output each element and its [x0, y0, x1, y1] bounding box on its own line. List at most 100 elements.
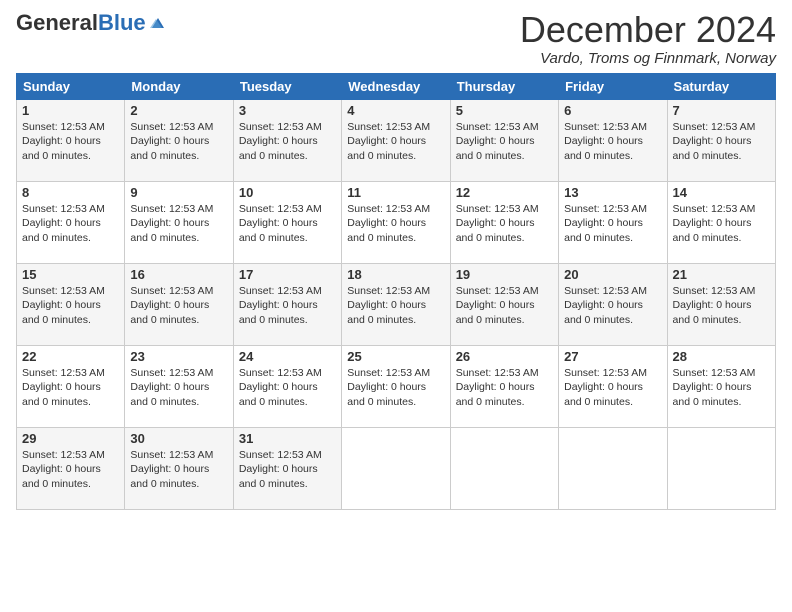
- day-number: 5: [456, 103, 553, 118]
- col-sunday: Sunday: [17, 73, 125, 99]
- day-number: 31: [239, 431, 336, 446]
- day-number: 13: [564, 185, 661, 200]
- day-info: Sunset: 12:53 AM Daylight: 0 hours and 0…: [22, 284, 119, 328]
- title-area: December 2024 Vardo, Troms og Finnmark, …: [520, 10, 776, 67]
- day-info: Sunset: 12:53 AM Daylight: 0 hours and 0…: [130, 366, 227, 410]
- day-number: 15: [22, 267, 119, 282]
- day-number: 16: [130, 267, 227, 282]
- day-number: 14: [673, 185, 770, 200]
- day-number: 7: [673, 103, 770, 118]
- day-number: 22: [22, 349, 119, 364]
- day-number: 9: [130, 185, 227, 200]
- table-row: 24 Sunset: 12:53 AM Daylight: 0 hours and…: [233, 345, 341, 427]
- day-info: Sunset: 12:53 AM Daylight: 0 hours and 0…: [564, 284, 661, 328]
- day-info: Sunset: 12:53 AM Daylight: 0 hours and 0…: [239, 120, 336, 164]
- day-number: 27: [564, 349, 661, 364]
- table-row: 14 Sunset: 12:53 AM Daylight: 0 hours and…: [667, 181, 775, 263]
- table-row: 28 Sunset: 12:53 AM Daylight: 0 hours and…: [667, 345, 775, 427]
- day-info: Sunset: 12:53 AM Daylight: 0 hours and 0…: [564, 202, 661, 246]
- table-row: 27 Sunset: 12:53 AM Daylight: 0 hours and…: [559, 345, 667, 427]
- table-row: 15 Sunset: 12:53 AM Daylight: 0 hours and…: [17, 263, 125, 345]
- calendar-page: GeneralBlue December 2024 Vardo, Troms o…: [0, 0, 792, 612]
- table-row: 25Sunset: 12:53 AM Daylight: 0 hours and…: [342, 345, 450, 427]
- day-info: Sunset: 12:53 AM Daylight: 0 hours and 0…: [456, 284, 553, 328]
- day-info: Sunset: 12:53 AM Daylight: 0 hours and 0…: [130, 120, 227, 164]
- day-number: 29: [22, 431, 119, 446]
- table-row: 23 Sunset: 12:53 AM Daylight: 0 hours and…: [125, 345, 233, 427]
- table-row: 26 Sunset: 12:53 AM Daylight: 0 hours and…: [450, 345, 558, 427]
- logo-icon: [148, 14, 166, 32]
- table-row: [667, 427, 775, 509]
- table-row: 3 Sunset: 12:53 AM Daylight: 0 hours and …: [233, 99, 341, 181]
- day-info: Sunset: 12:53 AM Daylight: 0 hours and 0…: [22, 366, 119, 410]
- week-row-3: 15 Sunset: 12:53 AM Daylight: 0 hours and…: [17, 263, 776, 345]
- day-info: Sunset: 12:53 AM Daylight: 0 hours and 0…: [673, 366, 770, 410]
- day-info: Sunset: 12:53 AM Daylight: 0 hours and 0…: [239, 448, 336, 492]
- table-row: 10Sunset: 12:53 AM Daylight: 0 hours and…: [233, 181, 341, 263]
- logo-general: General: [16, 10, 98, 36]
- table-row: 9 Sunset: 12:53 AM Daylight: 0 hours and …: [125, 181, 233, 263]
- day-info: Sunset: 12:53 AM Daylight: 0 hours and 0…: [673, 202, 770, 246]
- month-title: December 2024: [520, 10, 776, 50]
- day-info: Sunset: 12:53 AM Daylight: 0 hours and 0…: [130, 284, 227, 328]
- day-number: 24: [239, 349, 336, 364]
- day-number: 23: [130, 349, 227, 364]
- table-row: 30 Sunset: 12:53 AM Daylight: 0 hours and…: [125, 427, 233, 509]
- day-number: 3: [239, 103, 336, 118]
- col-monday: Monday: [125, 73, 233, 99]
- day-number: 30: [130, 431, 227, 446]
- table-row: 16 Sunset: 12:53 AM Daylight: 0 hours and…: [125, 263, 233, 345]
- week-row-1: 1Sunset: 12:53 AM Daylight: 0 hours and …: [17, 99, 776, 181]
- table-row: 12 Sunset: 12:53 AM Daylight: 0 hours and…: [450, 181, 558, 263]
- table-row: 2 Sunset: 12:53 AM Daylight: 0 hours and …: [125, 99, 233, 181]
- table-row: 29 Sunset: 12:53 AM Daylight: 0 hours and…: [17, 427, 125, 509]
- day-number: 8: [22, 185, 119, 200]
- day-info: Sunset: 12:53 AM Daylight: 0 hours and 0…: [130, 202, 227, 246]
- table-row: 11Sunset: 12:53 AM Daylight: 0 hours and…: [342, 181, 450, 263]
- table-row: [559, 427, 667, 509]
- day-number: 12: [456, 185, 553, 200]
- day-info: Sunset: 12:53 AM Daylight: 0 hours and 0…: [673, 284, 770, 328]
- day-number: 26: [456, 349, 553, 364]
- day-number: 19: [456, 267, 553, 282]
- day-number: 20: [564, 267, 661, 282]
- col-wednesday: Wednesday: [342, 73, 450, 99]
- table-row: [342, 427, 450, 509]
- logo: GeneralBlue: [16, 10, 166, 36]
- day-info: Sunset: 12:53 AM Daylight: 0 hours and 0…: [22, 120, 119, 164]
- day-info: Sunset: 12:53 AM Daylight: 0 hours and 0…: [239, 366, 336, 410]
- table-row: [450, 427, 558, 509]
- col-saturday: Saturday: [667, 73, 775, 99]
- col-friday: Friday: [559, 73, 667, 99]
- day-number: 4: [347, 103, 444, 118]
- day-info: Sunset: 12:53 AM Daylight: 0 hours and 0…: [456, 120, 553, 164]
- table-row: 4Sunset: 12:53 AM Daylight: 0 hours and …: [342, 99, 450, 181]
- day-number: 2: [130, 103, 227, 118]
- logo-area: GeneralBlue: [16, 10, 166, 36]
- day-info: Sunset: 12:53 AM Daylight: 0 hours and 0…: [456, 202, 553, 246]
- day-info: Sunset: 12:53 AM Daylight: 0 hours and 0…: [130, 448, 227, 492]
- day-number: 28: [673, 349, 770, 364]
- day-info: Sunset: 12:53 AM Daylight: 0 hours and 0…: [22, 448, 119, 492]
- table-row: 13 Sunset: 12:53 AM Daylight: 0 hours and…: [559, 181, 667, 263]
- table-row: 6Sunset: 12:53 AM Daylight: 0 hours and …: [559, 99, 667, 181]
- day-info: Sunset: 12:53 AM Daylight: 0 hours and 0…: [347, 202, 444, 246]
- table-row: 17Sunset: 12:53 AM Daylight: 0 hours and…: [233, 263, 341, 345]
- week-row-4: 22 Sunset: 12:53 AM Daylight: 0 hours and…: [17, 345, 776, 427]
- col-tuesday: Tuesday: [233, 73, 341, 99]
- day-info: Sunset: 12:53 AM Daylight: 0 hours and 0…: [564, 366, 661, 410]
- week-row-5: 29 Sunset: 12:53 AM Daylight: 0 hours and…: [17, 427, 776, 509]
- table-row: 22 Sunset: 12:53 AM Daylight: 0 hours and…: [17, 345, 125, 427]
- calendar-table: Sunday Monday Tuesday Wednesday Thursday…: [16, 73, 776, 510]
- day-info: Sunset: 12:53 AM Daylight: 0 hours and 0…: [239, 202, 336, 246]
- table-row: 20 Sunset: 12:53 AM Daylight: 0 hours and…: [559, 263, 667, 345]
- day-info: Sunset: 12:53 AM Daylight: 0 hours and 0…: [347, 366, 444, 410]
- week-row-2: 8 Sunset: 12:53 AM Daylight: 0 hours and …: [17, 181, 776, 263]
- table-row: 1Sunset: 12:53 AM Daylight: 0 hours and …: [17, 99, 125, 181]
- table-row: 8Sunset: 12:53 AM Daylight: 0 hours and …: [17, 181, 125, 263]
- day-info: Sunset: 12:53 AM Daylight: 0 hours and 0…: [456, 366, 553, 410]
- header-row: Sunday Monday Tuesday Wednesday Thursday…: [17, 73, 776, 99]
- col-thursday: Thursday: [450, 73, 558, 99]
- day-number: 21: [673, 267, 770, 282]
- table-row: 18Sunset: 12:53 AM Daylight: 0 hours and…: [342, 263, 450, 345]
